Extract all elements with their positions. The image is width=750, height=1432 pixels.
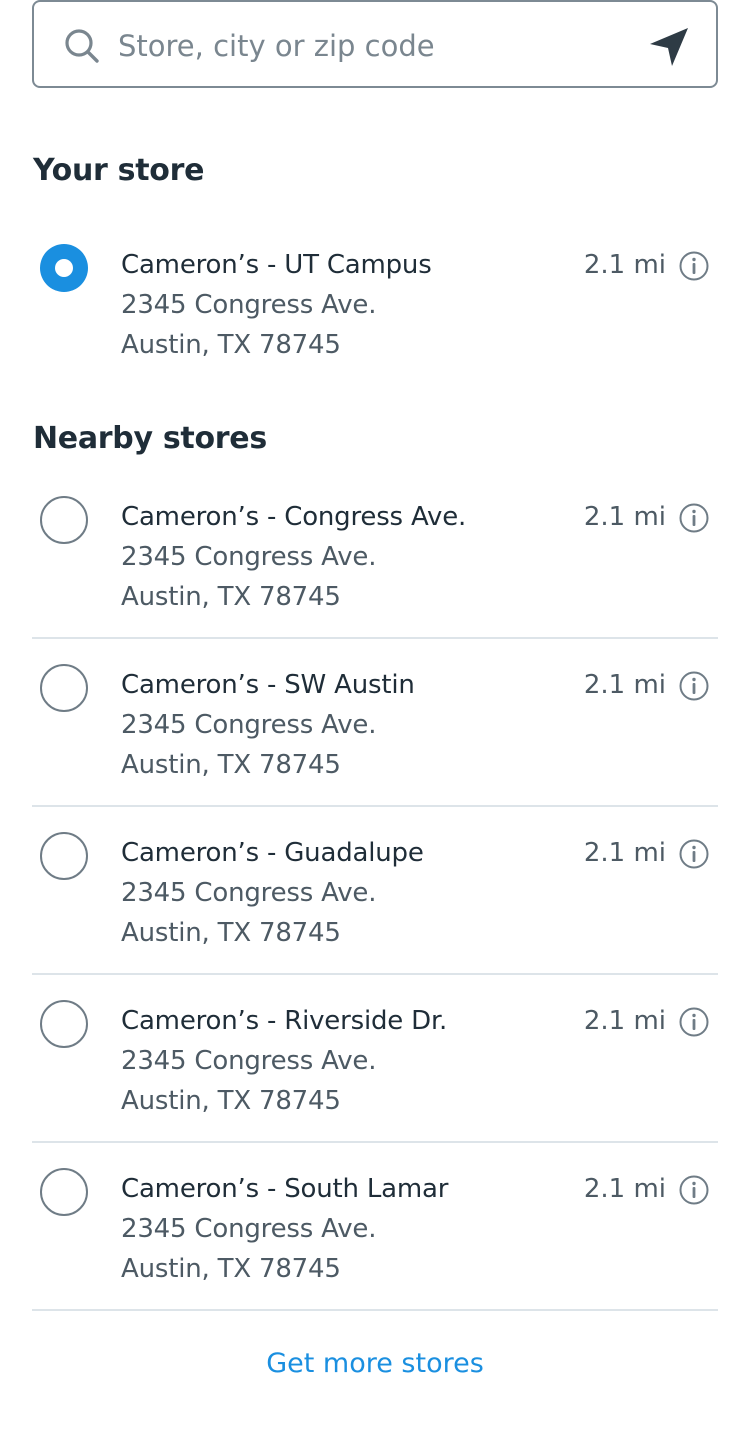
store-row-your-store[interactable]: Cameron’s - UT Campus 2345 Congress Ave.… (32, 244, 718, 412)
store-name: Cameron’s - SW Austin (121, 670, 415, 700)
store-locator-page: Store, city or zip code Your store Camer… (0, 0, 750, 1432)
get-more-stores-link[interactable]: Get more stores (0, 1346, 750, 1382)
info-icon[interactable] (678, 670, 710, 702)
info-icon[interactable] (678, 1006, 710, 1038)
store-address-line1: 2345 Congress Ave. (121, 542, 377, 572)
search-icon (65, 29, 99, 63)
store-address-line1: 2345 Congress Ave. (121, 710, 377, 740)
store-address-line2: Austin, TX 78745 (121, 330, 341, 360)
divider (32, 1141, 718, 1143)
store-distance: 2.1 mi (583, 1006, 666, 1036)
store-radio[interactable] (40, 832, 88, 880)
store-radio[interactable] (40, 496, 88, 544)
store-radio[interactable] (40, 1168, 88, 1216)
store-address-line1: 2345 Congress Ave. (121, 878, 377, 908)
info-icon[interactable] (678, 502, 710, 534)
divider (32, 973, 718, 975)
store-address-line2: Austin, TX 78745 (121, 750, 341, 780)
store-name: Cameron’s - Riverside Dr. (121, 1006, 448, 1036)
nearby-stores-heading: Nearby stores (33, 421, 267, 456)
your-store-heading: Your store (33, 153, 205, 188)
store-name: Cameron’s - Congress Ave. (121, 502, 467, 532)
divider (32, 1309, 718, 1311)
store-radio[interactable] (40, 1000, 88, 1048)
search-input[interactable]: Store, city or zip code (118, 28, 435, 64)
store-distance: 2.1 mi (583, 670, 666, 700)
store-address-line2: Austin, TX 78745 (121, 918, 341, 948)
store-address-line1: 2345 Congress Ave. (121, 1214, 377, 1244)
store-distance: 2.1 mi (583, 838, 666, 868)
store-distance: 2.1 mi (583, 250, 666, 280)
store-distance: 2.1 mi (583, 502, 666, 532)
search-box: Store, city or zip code (32, 0, 718, 88)
store-distance: 2.1 mi (583, 1174, 666, 1204)
info-icon[interactable] (678, 250, 710, 282)
store-radio[interactable] (40, 664, 88, 712)
store-address-line1: 2345 Congress Ave. (121, 290, 377, 320)
location-arrow-icon[interactable] (646, 24, 692, 70)
store-address-line1: 2345 Congress Ave. (121, 1046, 377, 1076)
store-address-line2: Austin, TX 78745 (121, 582, 341, 612)
divider (32, 805, 718, 807)
info-icon[interactable] (678, 1174, 710, 1206)
store-name: Cameron’s - Guadalupe (121, 838, 424, 868)
store-name: Cameron’s - South Lamar (121, 1174, 449, 1204)
store-address-line2: Austin, TX 78745 (121, 1254, 341, 1284)
divider (32, 637, 718, 639)
store-name: Cameron’s - UT Campus (121, 250, 432, 280)
store-radio-selected[interactable] (40, 244, 88, 292)
store-address-line2: Austin, TX 78745 (121, 1086, 341, 1116)
info-icon[interactable] (678, 838, 710, 870)
